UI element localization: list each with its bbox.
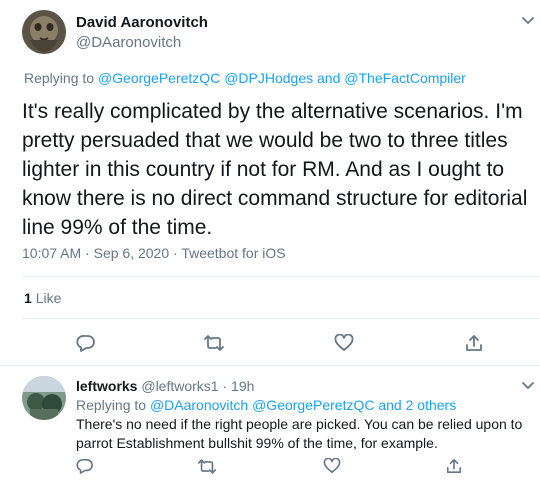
separator-dot: ·: [222, 378, 228, 394]
share-icon[interactable]: [462, 332, 486, 354]
reply-author-avatar[interactable]: [22, 376, 66, 420]
reply-icon[interactable]: [74, 332, 98, 354]
mention-and: and: [317, 70, 341, 86]
replying-to: Replying to @GeorgePeretzQC @DPJHodges a…: [24, 70, 466, 86]
divider: [22, 276, 540, 277]
tweet-text-line: lighter in this country if not for RM. A…: [22, 158, 505, 181]
reply-age[interactable]: 19h: [231, 378, 254, 394]
reply-text-line: There's no need if the right people are …: [76, 416, 523, 432]
author-avatar[interactable]: [22, 10, 66, 54]
divider: [22, 318, 540, 319]
chevron-down-icon[interactable]: [520, 14, 536, 28]
separator-dot: ·: [85, 245, 90, 261]
tweet-text-line: line 99% of the time.: [22, 216, 213, 239]
tweet-text-line: pretty persuaded that we would be two to…: [22, 129, 508, 152]
mention-link[interactable]: @TheFactCompiler: [344, 70, 466, 86]
tweet-time[interactable]: 10:07 AM: [22, 245, 81, 261]
tweet-text: It's really complicated by the alternati…: [22, 97, 532, 242]
author-name[interactable]: David Aaronovitch: [76, 14, 208, 31]
tweet-source[interactable]: Tweetbot for iOS: [181, 245, 285, 261]
tweet-text-line: know there is no direct command structur…: [22, 187, 528, 210]
mention-link[interactable]: @DPJHodges: [224, 70, 313, 86]
retweet-icon[interactable]: [201, 332, 227, 354]
mention-link[interactable]: @GeorgePeretzQC: [252, 397, 374, 413]
like-icon[interactable]: [332, 332, 356, 354]
reply-replying-to: Replying to @DAaronovitch @GeorgePeretzQ…: [76, 397, 456, 413]
replying-prefix: Replying to: [24, 70, 95, 86]
share-icon[interactable]: [443, 456, 465, 476]
tweet-date[interactable]: Sep 6, 2020: [94, 245, 170, 261]
mention-and: and: [378, 397, 402, 413]
mention-link[interactable]: 2 others: [406, 397, 457, 413]
divider: [0, 365, 540, 366]
separator-dot: ·: [173, 245, 178, 261]
mention-link[interactable]: @DAaronovitch: [150, 397, 248, 413]
likes-count[interactable]: 1 Like: [24, 290, 61, 306]
reply-author-name[interactable]: leftworks: [76, 378, 137, 394]
reply-header: leftworks @leftworks1 · 19h: [76, 378, 254, 394]
author-handle[interactable]: @DAaronovitch: [76, 34, 181, 51]
like-icon[interactable]: [321, 456, 343, 476]
reply-icon[interactable]: [74, 456, 96, 476]
tweet-text-line: It's really complicated by the alternati…: [22, 100, 523, 123]
reply-text: There's no need if the right people are …: [76, 415, 538, 453]
chevron-down-icon[interactable]: [520, 379, 536, 393]
retweet-icon[interactable]: [195, 456, 219, 476]
tweet-meta: 10:07 AM · Sep 6, 2020 · Tweetbot for iO…: [22, 245, 286, 261]
replying-prefix: Replying to: [76, 397, 147, 413]
likes-label: Like: [35, 290, 62, 306]
reply-text-line: parrot Establishment bullshit 99% of the…: [76, 435, 438, 451]
likes-number: 1: [24, 290, 32, 306]
mention-link[interactable]: @GeorgePeretzQC: [98, 70, 220, 86]
reply-author-handle[interactable]: @leftworks1: [141, 378, 218, 394]
